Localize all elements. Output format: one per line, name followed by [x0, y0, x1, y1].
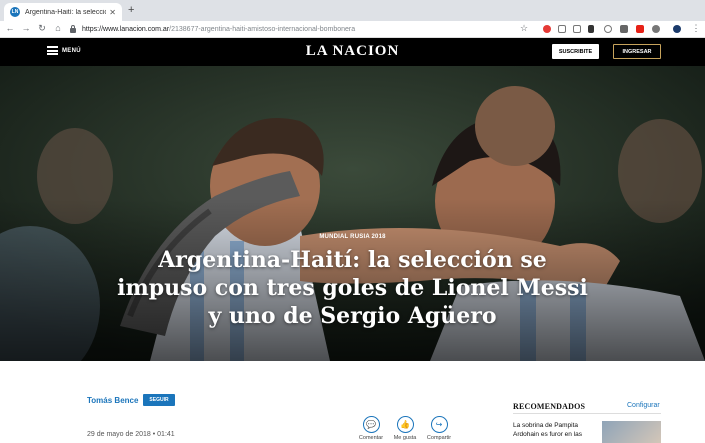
back-arrow-icon[interactable]: ← [4, 23, 16, 33]
extension-grid-icon[interactable] [620, 25, 628, 33]
browser-tab-bar: LN Argentina-Haití: la selección se ✕ + [0, 0, 705, 21]
recommended-title: RECOMENDADOS [513, 402, 586, 411]
bookmark-star-icon[interactable]: ☆ [520, 23, 528, 34]
share-label: Compartir [426, 435, 452, 441]
extension-youtube-icon[interactable] [636, 25, 644, 33]
new-tab-icon[interactable]: + [128, 4, 134, 16]
follow-button[interactable]: SEGUIR [143, 394, 175, 406]
subscribe-button[interactable]: SUSCRIBITE [552, 44, 599, 59]
configure-link[interactable]: Configurar [627, 402, 660, 409]
browser-toolbar: ← → ↻ ⌂ https://www.lanacion.com.ar /213… [0, 21, 705, 38]
divider [513, 413, 661, 414]
like-icon: 👍 [396, 416, 414, 433]
extension-shield-icon[interactable] [604, 25, 612, 33]
reload-icon[interactable]: ↻ [36, 23, 48, 34]
browser-tab[interactable]: LN Argentina-Haití: la selección se ✕ [4, 3, 122, 21]
browser-menu-icon[interactable]: ⋮ [690, 23, 702, 34]
author-link[interactable]: Tomás Bence [87, 396, 138, 405]
site-favicon-icon: LN [10, 7, 20, 17]
recommended-item-title[interactable]: La sobrina de Pampita Ardohain es furor … [513, 421, 593, 439]
article-headline: Argentina-Haití: la selección se impuso … [117, 247, 588, 329]
publish-date: 29 de mayo de 2018 • 01:41 [87, 431, 175, 438]
extension-badge-icon[interactable] [543, 25, 551, 33]
extension-flag-icon[interactable] [588, 25, 594, 33]
url-path: /2138677-argentina-haiti-amistoso-intern… [169, 25, 356, 33]
article-kicker[interactable]: MUNDIAL RUSIA 2018 [0, 234, 705, 240]
profile-avatar-icon[interactable] [673, 25, 681, 33]
extension-gear-icon[interactable] [652, 25, 660, 33]
tab-close-icon[interactable]: ✕ [109, 8, 116, 17]
login-button[interactable]: INGRESAR [613, 44, 661, 59]
url-host: https://www.lanacion.com.ar [82, 25, 170, 33]
tab-title: Argentina-Haití: la selección se [25, 8, 106, 16]
site-logo[interactable]: LA NACION [0, 43, 705, 60]
address-bar[interactable]: https://www.lanacion.com.ar /2138677-arg… [70, 22, 535, 36]
hero-section: MUNDIAL RUSIA 2018 Argentina-Haití: la s… [0, 66, 705, 361]
home-icon[interactable]: ⌂ [52, 23, 64, 33]
share-icon: ↪ [430, 416, 448, 433]
comment-icon: 💬 [362, 416, 380, 433]
share-button[interactable]: ↪ Compartir [419, 416, 459, 441]
extension-square-icon[interactable] [573, 25, 581, 33]
lock-icon [70, 24, 76, 33]
recommended-item-thumbnail[interactable] [602, 421, 661, 443]
site-header: MENÚ LA NACION SUSCRIBITE INGRESAR [0, 38, 705, 66]
extension-camera-icon[interactable] [558, 25, 566, 33]
forward-arrow-icon[interactable]: → [20, 23, 32, 33]
